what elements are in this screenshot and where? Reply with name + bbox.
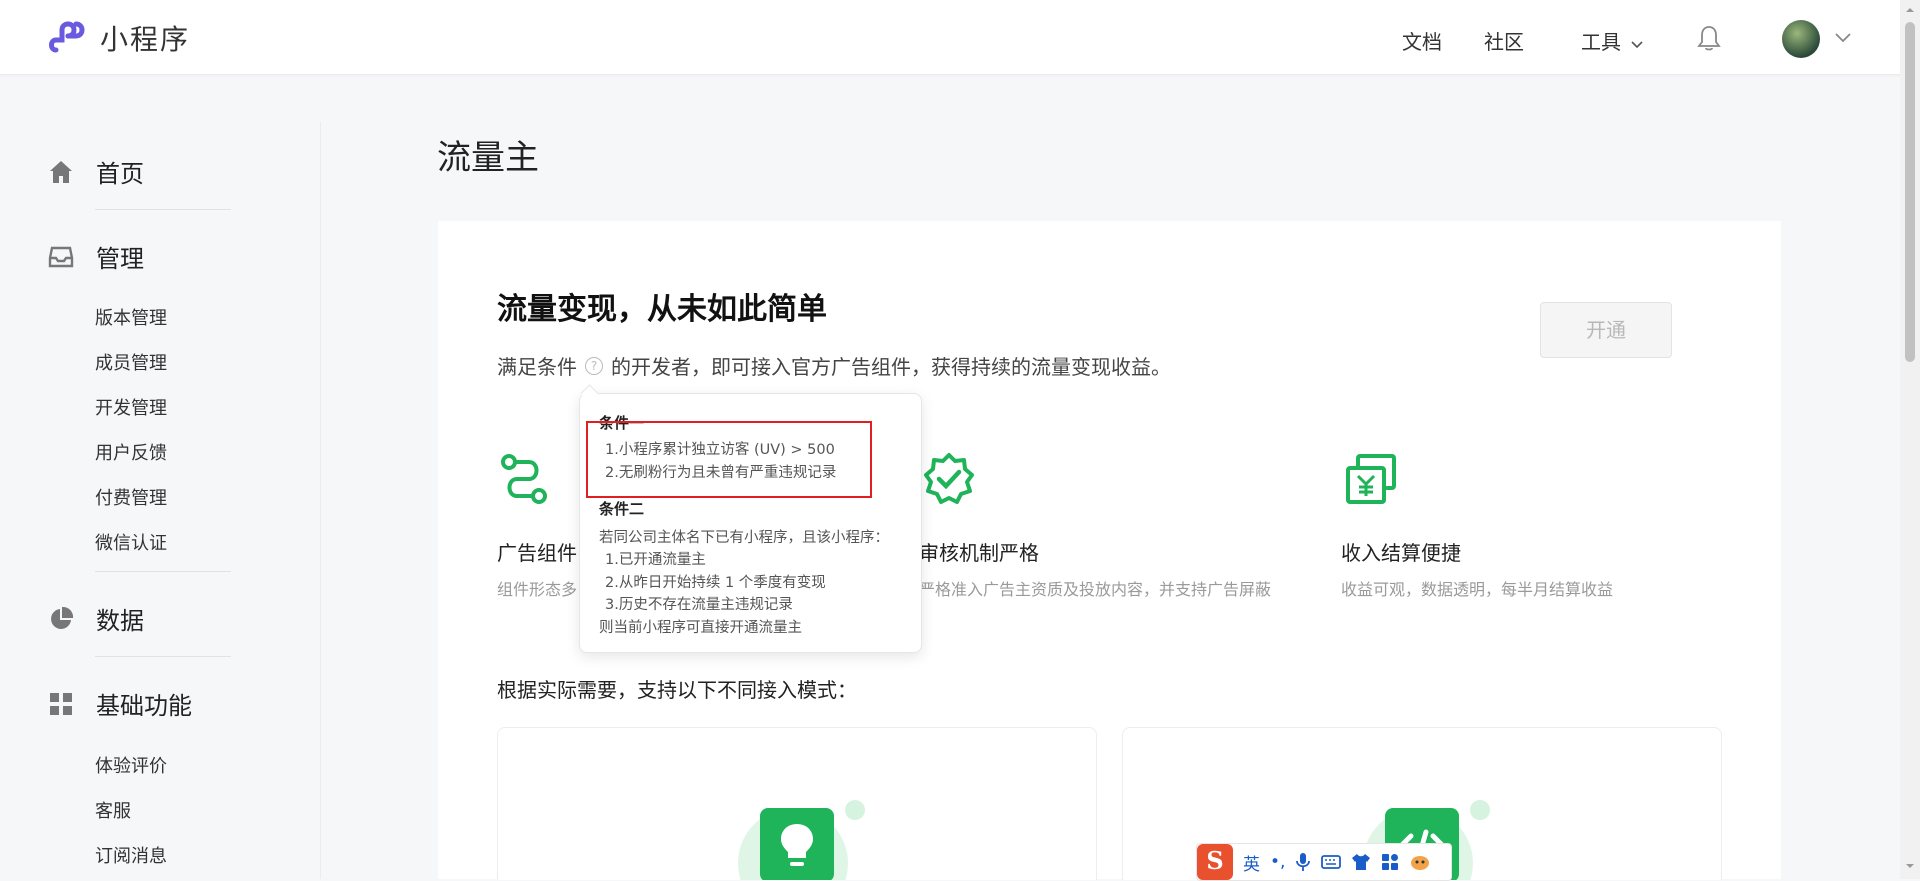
sidebar-item-basic-features[interactable]: 基础功能 [48,686,192,721]
hero-desc-suffix: 的开发者，即可接入官方广告组件，获得持续的流量变现收益。 [611,355,1171,379]
inbox-icon [48,246,74,267]
nav-docs-link[interactable]: 文档 [1402,26,1442,55]
nav-tools-label: 工具 [1581,30,1621,54]
sidebar-item-home[interactable]: 首页 [48,154,144,189]
sidebar-item-label: 管理 [96,245,144,273]
feature-title-ad-component: 广告组件 [497,541,577,565]
sidebar-item-wechat-verify[interactable]: 微信认证 [95,529,167,555]
ime-toolbar[interactable]: S 英 •, [1196,843,1452,881]
ime-language-toggle[interactable]: 英 [1243,850,1260,875]
mode-card-1[interactable] [497,727,1097,880]
feature-desc-settlement: 收益可观，数据透明，每半月结算收益 [1341,580,1614,599]
top-header: 小程序 文档 社区 工具 [0,0,1900,75]
chevron-down-icon[interactable] [1834,30,1852,44]
sidebar-divider [320,122,321,879]
feature-title-settlement: 收入结算便捷 [1341,541,1461,565]
notification-bell-icon[interactable] [1696,24,1722,52]
decorative-dot [1470,800,1490,820]
chevron-down-icon [1631,41,1643,49]
sogou-ime-logo[interactable]: S [1197,844,1233,880]
microphone-icon[interactable] [1295,852,1311,872]
hero-desc-prefix: 满足条件 [497,355,577,379]
sidebar-divider [95,656,231,657]
lightbulb-icon [781,824,813,866]
decorative-dot [845,800,865,820]
sidebar-item-version-manage[interactable]: 版本管理 [95,304,167,330]
condition-2-intro: 若同公司主体名下已有小程序，且该小程序： [599,530,889,546]
home-icon [50,160,72,183]
sidebar-item-member-manage[interactable]: 成员管理 [95,349,167,375]
sidebar-item-label: 数据 [96,607,144,635]
condition-2-line: 2.从昨日开始持续 1 个季度有变现 [605,575,826,591]
sidebar-item-experience-rating[interactable]: 体验评价 [95,752,167,778]
skin-shirt-icon[interactable] [1351,853,1371,871]
page-title: 流量主 [437,138,539,178]
sidebar-item-label: 首页 [96,160,144,188]
condition-2-outro: 则当前小程序可直接开通流量主 [599,620,802,636]
sidebar-divider [95,209,231,210]
scroll-up-arrow-icon[interactable] [1904,4,1916,16]
keyboard-icon[interactable] [1321,854,1342,870]
modes-section-title: 根据实际需要，支持以下不同接入模式： [497,678,857,702]
mascot-icon[interactable] [1409,853,1431,871]
feature-title-review: 审核机制严格 [919,541,1039,565]
sidebar-item-dev-manage[interactable]: 开发管理 [95,394,167,420]
condition-2-line: 1.已开通流量主 [605,552,706,568]
feature-desc-review: 严格准入广告主资质及投放内容，并支持广告屏蔽 [919,580,1272,599]
hero-description: 满足条件 ? 的开发者，即可接入官方广告组件，获得持续的流量变现收益。 [497,351,1171,380]
ime-punctuation-toggle[interactable]: •, [1270,852,1285,872]
verified-badge-icon [924,453,974,504]
highlight-box [586,421,872,498]
yuan-settlement-icon [1346,454,1396,504]
help-question-icon[interactable]: ? [585,356,603,375]
sidebar-divider [95,571,231,572]
pie-chart-icon [51,606,74,629]
ad-component-route-icon [501,454,547,504]
open-traffic-master-button[interactable]: 开通 [1540,302,1672,358]
nav-tools-menu[interactable]: 工具 [1581,26,1643,55]
sidebar-item-data[interactable]: 数据 [48,601,144,636]
condition-2-line: 3.历史不存在流量主违规记录 [605,597,793,613]
nav-community-link[interactable]: 社区 [1484,26,1524,55]
user-avatar[interactable] [1782,20,1820,58]
sidebar-item-subscription-message[interactable]: 订阅消息 [95,842,167,868]
toolbox-grid-icon[interactable] [1381,853,1399,871]
hero-title: 流量变现，从未如此简单 [497,292,827,327]
scroll-down-arrow-icon[interactable] [1904,860,1916,872]
scrollbar-thumb[interactable] [1905,22,1915,362]
app-title: 小程序 [100,23,191,56]
grid-icon [50,692,72,715]
mode-card-1-tile [760,808,834,880]
sidebar-item-label: 基础功能 [96,692,192,720]
sidebar-item-customer-service[interactable]: 客服 [95,797,131,823]
condition-2-title: 条件二 [599,500,645,518]
feature-desc-ad-component: 组件形态多 [497,580,578,599]
sidebar-item-payment-manage[interactable]: 付费管理 [95,484,167,510]
sidebar-item-manage[interactable]: 管理 [48,239,144,274]
sidebar-item-user-feedback[interactable]: 用户反馈 [95,439,167,465]
mini-program-logo-icon[interactable] [48,18,90,58]
